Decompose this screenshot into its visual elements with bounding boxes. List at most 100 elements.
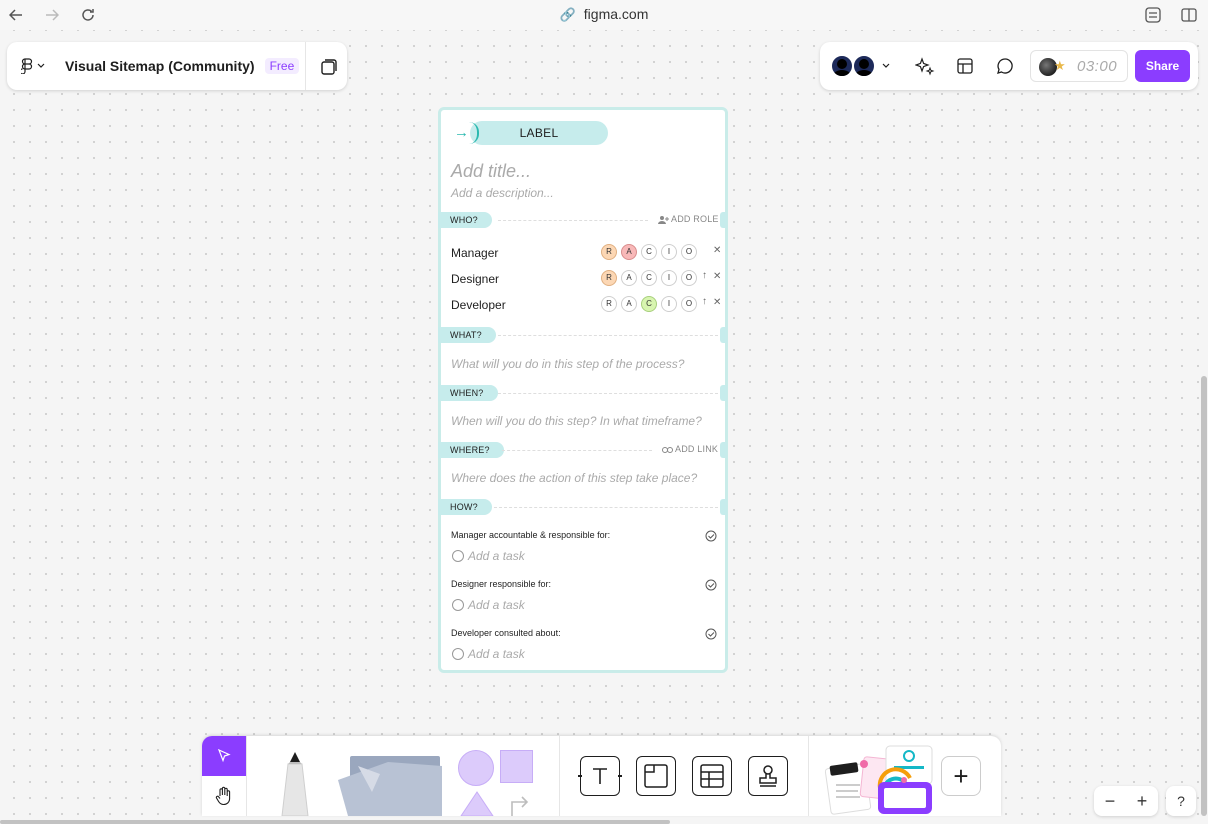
more-tools-button[interactable]: + bbox=[941, 756, 981, 796]
divider bbox=[494, 507, 718, 508]
check-badge-icon[interactable] bbox=[705, 530, 717, 542]
address-bar[interactable]: 🔗 figma.com bbox=[0, 6, 1208, 23]
shape-circle[interactable] bbox=[458, 750, 494, 786]
raci-chip-c[interactable]: C bbox=[641, 244, 657, 260]
remove-role-icon[interactable]: ✕ bbox=[713, 245, 721, 256]
divider bbox=[502, 450, 652, 451]
hand-icon bbox=[215, 786, 231, 806]
raci-chip-o[interactable]: O bbox=[681, 244, 697, 260]
remove-role-icon[interactable]: ✕ bbox=[713, 297, 721, 308]
text-t-icon bbox=[593, 768, 607, 784]
raci-chip-a[interactable]: A bbox=[621, 244, 637, 260]
main-menu-button[interactable] bbox=[7, 42, 59, 90]
chevron-down-icon bbox=[37, 63, 45, 68]
raci-chip-i[interactable]: I bbox=[661, 296, 677, 312]
move-up-icon[interactable]: ↑ bbox=[702, 296, 707, 307]
text-tool[interactable] bbox=[580, 756, 620, 796]
raci-chip-o[interactable]: O bbox=[681, 296, 697, 312]
share-button[interactable]: Share bbox=[1135, 50, 1190, 82]
plan-badge[interactable]: Free bbox=[264, 58, 300, 74]
layout-icon[interactable] bbox=[955, 56, 975, 76]
task-input[interactable]: Add a task bbox=[468, 598, 525, 612]
zoom-out-button[interactable]: − bbox=[1094, 786, 1126, 816]
section-edge bbox=[720, 499, 727, 515]
task-input[interactable]: Add a task bbox=[468, 549, 525, 563]
sidebar-toggle-icon[interactable] bbox=[1179, 5, 1199, 25]
raci-chip-o[interactable]: O bbox=[681, 270, 697, 286]
file-title[interactable]: Visual Sitemap (Community) bbox=[65, 58, 255, 74]
url-text: figma.com bbox=[583, 6, 649, 22]
raci-chip-r[interactable]: R bbox=[601, 270, 617, 286]
what-input[interactable]: What will you do in this step of the pro… bbox=[451, 357, 684, 371]
section-what: WHAT? bbox=[438, 327, 728, 343]
role-name[interactable]: Designer bbox=[451, 272, 499, 286]
description-input[interactable]: Add a description... bbox=[451, 186, 554, 200]
comment-icon[interactable] bbox=[995, 56, 1015, 76]
hand-tool[interactable] bbox=[202, 776, 246, 816]
shape-square[interactable] bbox=[500, 750, 533, 783]
section-how: HOW? bbox=[438, 499, 728, 515]
raci-chip-a[interactable]: A bbox=[621, 296, 637, 312]
section-where: WHERE? ADD LINK bbox=[438, 442, 728, 458]
title-input[interactable]: Add title... bbox=[451, 161, 531, 182]
check-badge-icon[interactable] bbox=[705, 579, 717, 591]
divider bbox=[246, 736, 247, 816]
remove-role-icon[interactable]: ✕ bbox=[713, 271, 721, 282]
figma-logo-icon bbox=[21, 58, 33, 74]
avatar[interactable] bbox=[852, 54, 876, 78]
stamp-tool[interactable] bbox=[748, 756, 788, 796]
role-name[interactable]: Manager bbox=[451, 246, 498, 260]
task-input[interactable]: Add a task bbox=[468, 647, 525, 661]
task-checkbox[interactable] bbox=[452, 550, 464, 562]
role-name[interactable]: Developer bbox=[451, 298, 506, 312]
card-label[interactable]: LABEL bbox=[470, 126, 608, 140]
divider bbox=[498, 335, 718, 336]
horizontal-scrollbar[interactable] bbox=[0, 820, 670, 824]
extensions-icon[interactable] bbox=[1143, 5, 1163, 25]
connector-arrow-icon[interactable] bbox=[508, 790, 532, 816]
task-checkbox[interactable] bbox=[452, 599, 464, 611]
help-button[interactable]: ? bbox=[1166, 786, 1196, 816]
raci-chip-r[interactable]: R bbox=[601, 244, 617, 260]
sticky-note-tool[interactable] bbox=[338, 752, 442, 816]
shape-triangle[interactable] bbox=[460, 790, 494, 816]
check-badge-icon[interactable] bbox=[705, 628, 717, 640]
process-step-card[interactable]: → LABEL Add title... Add a description..… bbox=[438, 107, 728, 673]
raci-chip-c[interactable]: C bbox=[641, 296, 657, 312]
section-edge bbox=[720, 442, 727, 458]
add-role-button[interactable]: ADD ROLE bbox=[671, 214, 719, 224]
add-link-button[interactable]: ADD LINK bbox=[675, 444, 718, 454]
raci-chip-i[interactable]: I bbox=[661, 270, 677, 286]
task-group-heading: Designer responsible for: bbox=[451, 579, 552, 589]
section-what-label: WHAT? bbox=[438, 327, 496, 343]
star-icon: ★ bbox=[1054, 58, 1066, 73]
zoom-in-button[interactable]: + bbox=[1126, 786, 1158, 816]
move-up-icon[interactable]: ↑ bbox=[702, 270, 707, 281]
arrow-right-icon: → bbox=[454, 124, 469, 141]
section-who: WHO? ADD ROLE bbox=[438, 212, 728, 228]
task-checkbox[interactable] bbox=[452, 648, 464, 660]
when-input[interactable]: When will you do this step? In what time… bbox=[451, 414, 702, 428]
timer[interactable]: ★ 03:00 bbox=[1030, 50, 1128, 82]
task-group-heading: Manager accountable & responsible for: bbox=[451, 530, 611, 540]
section-tool[interactable] bbox=[636, 756, 676, 796]
move-tool[interactable] bbox=[202, 736, 246, 776]
section-edge bbox=[720, 327, 727, 343]
section-where-label: WHERE? bbox=[438, 442, 504, 458]
section-when: WHEN? bbox=[438, 385, 728, 401]
raci-chip-r[interactable]: R bbox=[601, 296, 617, 312]
raci-chip-a[interactable]: A bbox=[621, 270, 637, 286]
raci-chip-i[interactable]: I bbox=[661, 244, 677, 260]
ai-sparkle-icon[interactable] bbox=[915, 56, 935, 76]
divider bbox=[498, 220, 648, 221]
section-frame-icon bbox=[644, 764, 668, 788]
raci-chip-c[interactable]: C bbox=[641, 270, 657, 286]
table-tool[interactable] bbox=[692, 756, 732, 796]
where-input[interactable]: Where does the action of this step take … bbox=[451, 471, 697, 485]
widgets-templates-tool[interactable] bbox=[822, 744, 934, 816]
chevron-down-icon[interactable] bbox=[882, 63, 890, 69]
avatar[interactable] bbox=[830, 54, 854, 78]
pages-panel-icon[interactable] bbox=[319, 57, 339, 77]
marker-tool[interactable] bbox=[272, 750, 318, 816]
vertical-scrollbar[interactable] bbox=[1201, 376, 1207, 816]
